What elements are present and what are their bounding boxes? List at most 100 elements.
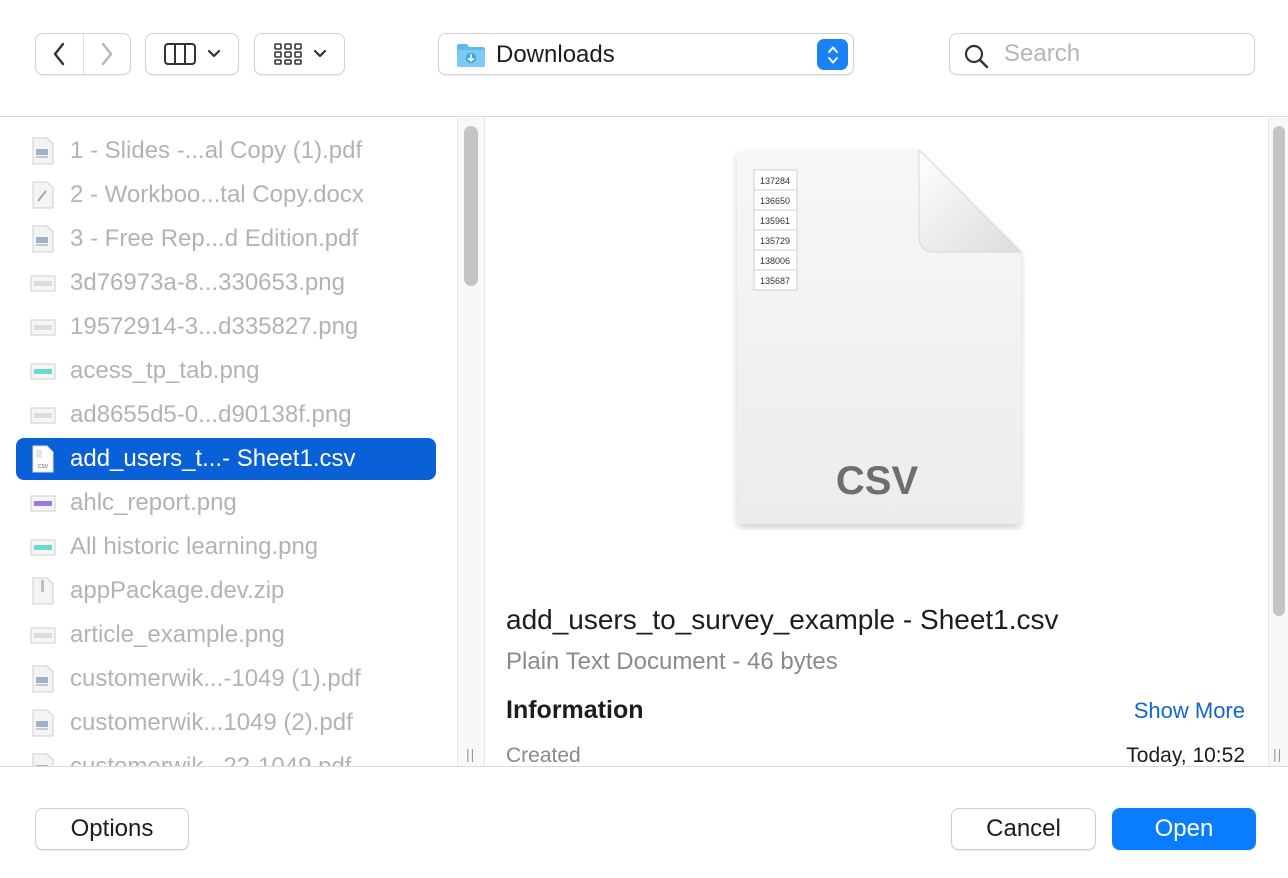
- file-row[interactable]: acess_tp_tab.png: [16, 350, 436, 392]
- file-row[interactable]: customerwik...1049 (2).pdf: [16, 702, 436, 744]
- search-icon: [964, 44, 989, 69]
- file-row[interactable]: CSV add_users_t...- Sheet1.csv: [16, 438, 436, 480]
- zip-file-icon-graphic: [32, 577, 54, 605]
- back-forward-control: [35, 33, 131, 75]
- png-file-icon-graphic: [30, 539, 56, 556]
- created-value: Today, 10:52: [1126, 744, 1245, 766]
- thumbnail-values: 137284 136650 135961 135729 138006 135687: [753, 169, 798, 291]
- file-row[interactable]: 19572914-3...d335827.png: [16, 306, 436, 348]
- thumbnail-label: CSV: [836, 459, 919, 503]
- file-row[interactable]: 3 - Free Rep...d Edition.pdf: [16, 218, 436, 260]
- column-resize-handle[interactable]: ||: [1273, 746, 1282, 762]
- created-label: Created: [506, 744, 581, 766]
- file-row[interactable]: 3d76973a-8...330653.png: [16, 262, 436, 304]
- view-mode-button[interactable]: [145, 33, 239, 75]
- csv-document-thumbnail: 137284 136650 135961 135729 138006 135687 CSV: [737, 148, 1023, 524]
- columns-view-icon: [164, 43, 196, 65]
- chevron-down-icon: [207, 49, 221, 58]
- file-row[interactable]: customerwik...22-1049.pdf: [16, 746, 436, 766]
- png-file-icon: [30, 401, 56, 429]
- back-button[interactable]: [36, 34, 83, 74]
- toolbar: Downloads: [0, 0, 1288, 117]
- file-row[interactable]: All historic learning.png: [16, 526, 436, 568]
- png-file-icon-graphic: [30, 627, 56, 644]
- open-button[interactable]: Open: [1112, 808, 1256, 850]
- chevron-down-icon: [313, 49, 326, 58]
- show-more-link[interactable]: Show More: [1134, 698, 1245, 724]
- scroll-thumb[interactable]: [1273, 126, 1285, 616]
- file-name: 3 - Free Rep...d Edition.pdf: [70, 225, 359, 252]
- png-file-icon-graphic: [30, 319, 56, 336]
- svg-text:CSV: CSV: [38, 464, 49, 470]
- location-stepper[interactable]: [817, 39, 848, 70]
- file-name: All historic learning.png: [70, 533, 319, 560]
- file-name: 19572914-3...d335827.png: [70, 313, 359, 340]
- file-name: 3d76973a-8...330653.png: [70, 269, 345, 296]
- information-heading: Information: [506, 696, 644, 724]
- file-name: ad8655d5-0...d90138f.png: [70, 401, 352, 428]
- dialog-footer: Options Cancel Open: [0, 766, 1288, 878]
- file-name: acess_tp_tab.png: [70, 357, 260, 384]
- png-file-icon: [30, 621, 56, 649]
- search-input[interactable]: [1004, 38, 1244, 70]
- scroll-thumb[interactable]: [464, 126, 478, 286]
- file-name: customerwik...-1049 (1).pdf: [70, 665, 361, 692]
- file-name: appPackage.dev.zip: [70, 577, 285, 604]
- cancel-button[interactable]: Cancel: [951, 808, 1096, 850]
- location-popup[interactable]: Downloads: [438, 33, 854, 75]
- pdf-file-icon-graphic: [32, 665, 54, 693]
- pdf-file-icon-graphic: [32, 137, 54, 165]
- thumbnail-value: 138006: [760, 256, 790, 266]
- column-resize-handle[interactable]: ||: [466, 746, 475, 762]
- file-name: ahlc_report.png: [70, 489, 237, 516]
- docx-file-icon-graphic: [32, 181, 54, 209]
- chevron-left-icon: [54, 42, 65, 66]
- file-row[interactable]: article_example.png: [16, 614, 436, 656]
- up-down-chevron-icon: [827, 46, 838, 63]
- pdf-file-icon: [30, 225, 56, 253]
- pdf-file-icon-graphic: [32, 225, 54, 253]
- docx-file-icon: [30, 181, 56, 209]
- preview-file-title: add_users_to_survey_example - Sheet1.csv: [506, 604, 1059, 635]
- thumbnail-value: 136650: [760, 196, 790, 206]
- png-file-icon-graphic: [30, 495, 56, 512]
- png-file-icon: [30, 489, 56, 517]
- file-name: 2 - Workboo...tal Copy.docx: [70, 181, 364, 208]
- file-row[interactable]: 1 - Slides -...al Copy (1).pdf: [16, 130, 436, 172]
- options-button[interactable]: Options: [35, 808, 189, 850]
- csv-file-icon: CSV: [30, 445, 56, 473]
- thumbnail-value: 135687: [760, 276, 790, 286]
- file-row[interactable]: ad8655d5-0...d90138f.png: [16, 394, 436, 436]
- thumbnail-value: 137284: [760, 176, 790, 186]
- file-name: customerwik...1049 (2).pdf: [70, 709, 353, 736]
- downloads-folder-icon: [457, 44, 485, 67]
- png-file-icon: [30, 533, 56, 561]
- file-row[interactable]: ahlc_report.png: [16, 482, 436, 524]
- group-by-button[interactable]: [254, 33, 345, 75]
- file-row[interactable]: 2 - Workboo...tal Copy.docx: [16, 174, 436, 216]
- thumbnail-value: 135961: [760, 216, 790, 226]
- pdf-file-icon: [30, 137, 56, 165]
- pdf-file-icon-graphic: [32, 753, 54, 766]
- chevron-right-icon: [101, 42, 112, 66]
- file-row[interactable]: appPackage.dev.zip: [16, 570, 436, 612]
- file-name: 1 - Slides -...al Copy (1).pdf: [70, 137, 363, 164]
- location-label: Downloads: [496, 41, 615, 68]
- preview-file-kind: Plain Text Document - 46 bytes: [506, 648, 838, 675]
- pdf-file-icon: [30, 665, 56, 693]
- png-file-icon: [30, 357, 56, 385]
- csv-file-icon-graphic: CSV: [32, 445, 54, 473]
- file-row[interactable]: customerwik...-1049 (1).pdf: [16, 658, 436, 700]
- forward-button[interactable]: [82, 34, 131, 74]
- thumbnail-value: 135729: [760, 236, 790, 246]
- file-list: 1 - Slides -...al Copy (1).pdf 2 - Workbo…: [0, 118, 458, 766]
- png-file-icon-graphic: [30, 275, 56, 292]
- file-list-scrollbar[interactable]: ||: [458, 118, 485, 766]
- file-name: add_users_t...- Sheet1.csv: [70, 445, 356, 472]
- search-field[interactable]: [949, 33, 1255, 75]
- preview-scrollbar[interactable]: ||: [1268, 118, 1288, 766]
- png-file-icon: [30, 269, 56, 297]
- grid-group-icon: [273, 43, 302, 65]
- pdf-file-icon: [30, 753, 56, 766]
- zip-file-icon: [30, 577, 56, 605]
